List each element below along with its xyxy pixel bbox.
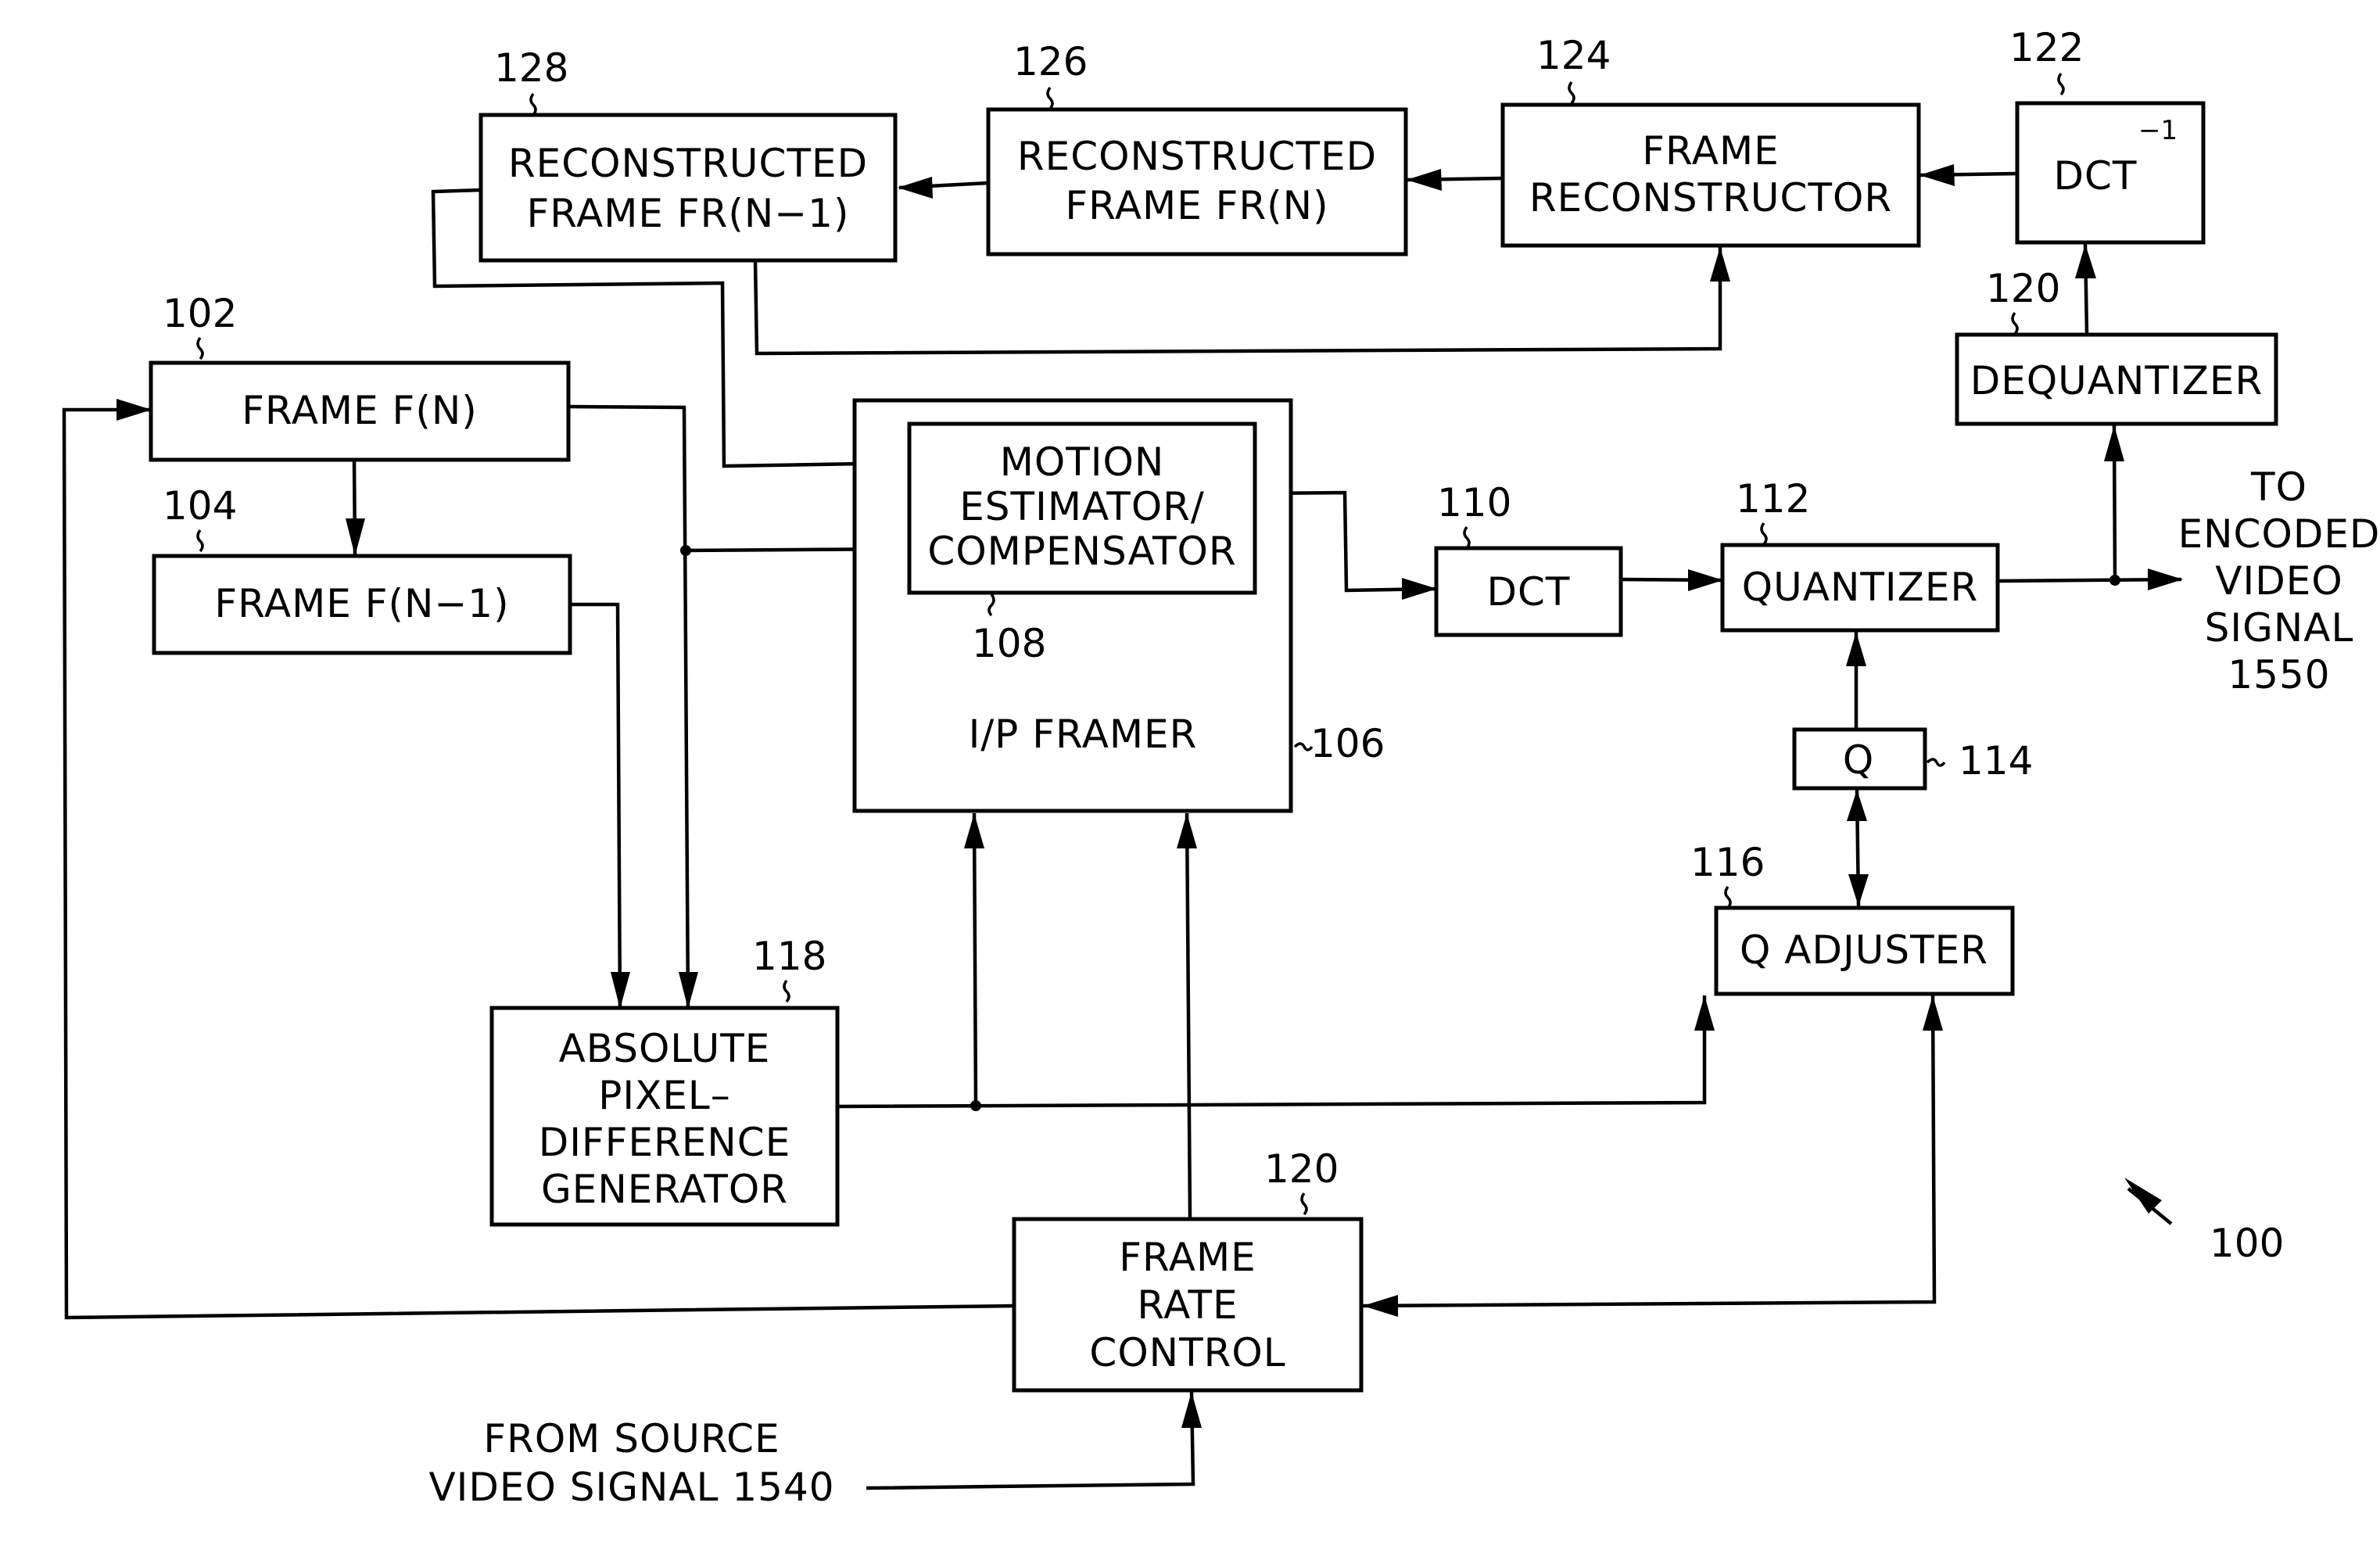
wire-abspix-to-framer bbox=[972, 812, 978, 1106]
arrowhead-reconstructor-in bbox=[1919, 164, 1955, 186]
output-line3: VIDEO bbox=[2215, 558, 2342, 604]
wire-qadj-to-frc bbox=[1362, 995, 1937, 1308]
dequantizer-label: DEQUANTIZER bbox=[1970, 358, 2264, 403]
ref-108: 108 bbox=[972, 621, 1046, 666]
recon-curr-line1: RECONSTRUCTED bbox=[1017, 134, 1377, 179]
reconstructor-line2: RECONSTRUCTOR bbox=[1529, 175, 1892, 221]
dct-label: DCT bbox=[1487, 569, 1571, 615]
frc-line3: CONTROL bbox=[1089, 1330, 1285, 1375]
recon-prev-line1: RECONSTRUCTED bbox=[508, 141, 868, 186]
arrowhead-encoded-out bbox=[2148, 568, 2183, 590]
ref-106: 106 bbox=[1310, 721, 1385, 766]
arrowhead-recon-curr-in bbox=[1407, 169, 1442, 191]
arrowhead-q-in bbox=[1847, 790, 1867, 821]
ip-framer-label: I/P FRAMER bbox=[969, 712, 1198, 757]
wire-frc-to-framer bbox=[1185, 812, 1192, 1219]
abspix-line4: GENERATOR bbox=[541, 1167, 788, 1212]
output-line1: TO bbox=[2250, 464, 2307, 510]
quantizer-label: QUANTIZER bbox=[1742, 565, 1978, 610]
block-q: Q 114 bbox=[1792, 727, 2033, 791]
ref-128: 128 bbox=[494, 45, 568, 91]
block-recon-prev: RECONSTRUCTED FRAME FR(N−1) 128 bbox=[479, 45, 898, 263]
inverse-dct-superscript: −1 bbox=[2138, 115, 2177, 146]
frc-line2: RATE bbox=[1137, 1282, 1238, 1328]
arrowhead-q-adjuster-in-top bbox=[1848, 874, 1869, 906]
wire-source-to-frc bbox=[866, 1391, 1195, 1490]
arrowhead-dequantizer-in bbox=[2104, 425, 2124, 461]
junction-frame-n bbox=[680, 545, 691, 556]
arrowhead-reconstructor-bottom-in bbox=[1710, 247, 1730, 282]
input-line2: VIDEO SIGNAL 1540 bbox=[428, 1465, 834, 1510]
ref-112: 112 bbox=[1736, 476, 1810, 522]
wire-frame-n-1-to-abspix bbox=[570, 602, 622, 1010]
ref-126: 126 bbox=[1013, 39, 1088, 84]
arrowhead-quantizer-bottom-in bbox=[1846, 632, 1866, 666]
ref-114: 114 bbox=[1959, 738, 2033, 784]
arrowhead-framer-in-1 bbox=[964, 813, 984, 848]
wire-recon-prev-to-reconstructor bbox=[753, 247, 1722, 356]
arrowhead-frame-n-in bbox=[116, 399, 152, 421]
abspix-line2: PIXEL– bbox=[598, 1073, 731, 1118]
block-frame-n: FRAME F(N) 102 bbox=[149, 291, 571, 462]
arrowhead-abspix-in-2 bbox=[679, 972, 698, 1009]
frame-n-label: FRAME F(N) bbox=[242, 388, 477, 433]
ref-120-dequantizer: 120 bbox=[1986, 266, 2060, 311]
wire-frame-n-out bbox=[568, 404, 690, 1010]
arrowhead-frame-n-1-in bbox=[346, 518, 365, 556]
ref-118: 118 bbox=[752, 934, 826, 979]
arrowhead-q-adjuster-in-1 bbox=[1694, 995, 1715, 1031]
input-line1: FROM SOURCE bbox=[483, 1416, 780, 1461]
arrowhead-frc-in-bottom bbox=[1181, 1392, 1202, 1428]
block-dct: DCT 110 bbox=[1434, 480, 1623, 637]
q-adjuster-label: Q ADJUSTER bbox=[1740, 927, 1988, 973]
ref-102: 102 bbox=[163, 291, 237, 336]
reconstructor-line1: FRAME bbox=[1642, 128, 1779, 174]
block-frame-reconstructor: FRAME RECONSTRUCTOR 124 bbox=[1500, 33, 1921, 248]
output-line4: SIGNAL bbox=[2205, 605, 2354, 651]
frc-line1: FRAME bbox=[1119, 1235, 1256, 1280]
recon-curr-line2: FRAME FR(N) bbox=[1065, 183, 1328, 228]
output-line5: 1550 bbox=[2228, 652, 2330, 698]
arrowhead-frc-in-right bbox=[1363, 1295, 1398, 1317]
block-q-adjuster: Q ADJUSTER 116 bbox=[1690, 840, 2015, 996]
arrowhead-abspix-in-1 bbox=[611, 972, 630, 1009]
input-label: FROM SOURCE VIDEO SIGNAL 1540 bbox=[428, 1416, 834, 1510]
ref-122: 122 bbox=[2009, 25, 2084, 70]
block-abs-pixel-difference: ABSOLUTE PIXEL– DIFFERENCE GENERATOR 118 bbox=[489, 934, 840, 1227]
ref-116: 116 bbox=[1690, 840, 1765, 885]
arrowhead-idct-in bbox=[2075, 244, 2096, 278]
arrowhead-quantizer-in bbox=[1688, 569, 1723, 591]
frame-n-1-label: FRAME F(N−1) bbox=[214, 581, 509, 626]
block-quantizer: QUANTIZER 112 bbox=[1720, 476, 2000, 633]
block-inverse-dct: DCT −1 122 bbox=[2009, 25, 2206, 245]
motion-line3: COMPENSATOR bbox=[927, 529, 1236, 574]
output-line2: ENCODED bbox=[2178, 511, 2380, 557]
motion-line1: MOTION bbox=[1000, 439, 1165, 485]
arrowhead-figure-reference bbox=[2124, 1178, 2162, 1214]
arrowhead-dct-in bbox=[1402, 578, 1437, 600]
abspix-line1: ABSOLUTE bbox=[559, 1026, 771, 1071]
arrowhead-framer-in-2 bbox=[1177, 813, 1197, 848]
block-frame-rate-control: FRAME RATE CONTROL 120 bbox=[1012, 1146, 1364, 1393]
video-encoder-block-diagram: RECONSTRUCTED FRAME FR(N−1) 128 RECONSTR… bbox=[62, 25, 2380, 1510]
recon-prev-line2: FRAME FR(N−1) bbox=[527, 191, 850, 236]
wire-abspix-out bbox=[837, 995, 1707, 1109]
q-label: Q bbox=[1843, 737, 1874, 783]
ref-104: 104 bbox=[163, 483, 237, 529]
ref-110: 110 bbox=[1437, 480, 1511, 525]
arrowhead-q-adjuster-in-2 bbox=[1923, 995, 1943, 1031]
block-frame-n-1: FRAME F(N−1) 104 bbox=[152, 483, 572, 655]
output-label: TO ENCODED VIDEO SIGNAL 1550 bbox=[2178, 464, 2380, 698]
ref-124: 124 bbox=[1536, 33, 1611, 78]
block-dequantizer: DEQUANTIZER 120 bbox=[1955, 266, 2278, 426]
arrowhead-recon-prev-in bbox=[898, 177, 933, 199]
block-recon-curr: RECONSTRUCTED FRAME FR(N) 126 bbox=[986, 39, 1408, 256]
inverse-dct-label: DCT bbox=[2054, 153, 2138, 199]
motion-line2: ESTIMATOR/ bbox=[959, 484, 1205, 529]
abspix-line3: DIFFERENCE bbox=[539, 1120, 791, 1165]
ref-100-figure: 100 bbox=[2210, 1221, 2284, 1266]
ref-120-frame-rate: 120 bbox=[1264, 1146, 1339, 1192]
